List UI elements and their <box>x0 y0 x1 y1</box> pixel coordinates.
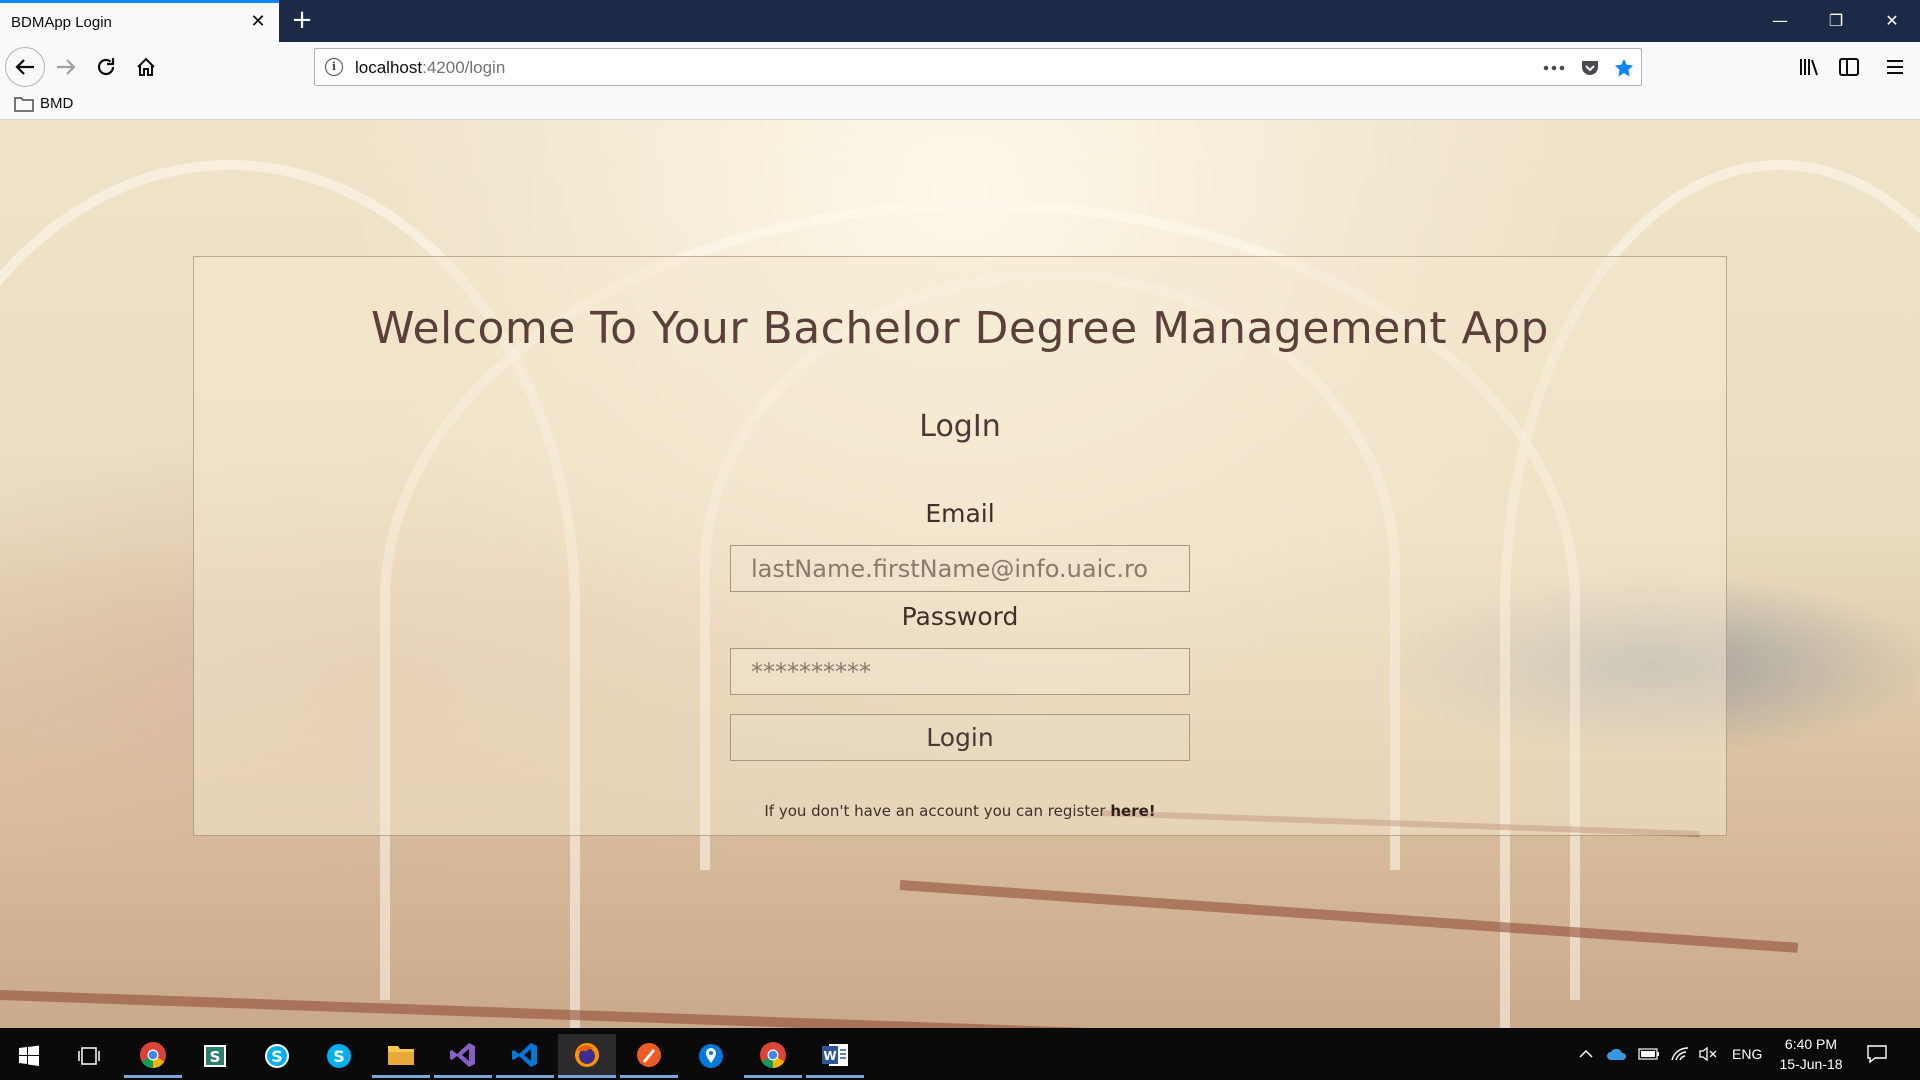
forward-button[interactable] <box>49 50 83 84</box>
forward-arrow-icon <box>57 59 76 75</box>
back-button[interactable] <box>5 47 45 87</box>
url-text[interactable]: localhost:4200/login <box>355 58 505 78</box>
battery-icon[interactable] <box>1638 1028 1660 1080</box>
svg-text:S: S <box>333 1047 345 1066</box>
bookmark-star-icon[interactable] <box>1611 56 1637 80</box>
password-field[interactable] <box>730 648 1190 695</box>
postman-icon[interactable] <box>620 1034 678 1078</box>
volume-muted-icon[interactable] <box>1698 1028 1718 1080</box>
home-icon <box>137 57 155 76</box>
page-actions-icon[interactable] <box>1541 56 1567 80</box>
home-button[interactable] <box>129 50 163 84</box>
menu-hamburger-icon[interactable] <box>1878 50 1912 84</box>
firefox-icon[interactable] <box>558 1034 616 1078</box>
tab-title: BDMApp Login <box>11 14 112 31</box>
chrome-icon[interactable] <box>124 1034 182 1078</box>
vscode-icon[interactable] <box>496 1034 554 1078</box>
language-indicator[interactable]: ENG <box>1732 1028 1762 1080</box>
email-label: Email <box>925 499 995 528</box>
login-heading: LogIn <box>919 409 1001 444</box>
tab-bar: BDMApp Login ✕ + — ❐ ✕ <box>0 0 1920 42</box>
action-center-icon[interactable] <box>1866 1028 1888 1080</box>
show-hidden-icons[interactable] <box>1578 1028 1594 1080</box>
sidebar-toggle-icon[interactable] <box>1832 50 1866 84</box>
maps-icon[interactable] <box>682 1034 740 1078</box>
register-link[interactable]: here! <box>1110 802 1155 820</box>
site-info-icon[interactable]: i <box>325 58 343 76</box>
clock-date: 15-Jun-18 <box>1779 1056 1843 1072</box>
sway-icon[interactable]: S <box>186 1034 244 1078</box>
minimize-icon[interactable]: — <box>1752 0 1808 42</box>
taskbar: S S S W ENG 6:40 PM 15-Jun-18 <box>0 1028 1920 1080</box>
svg-text:W: W <box>823 1049 836 1063</box>
tab-bdmapp-login[interactable]: BDMApp Login ✕ <box>0 0 279 42</box>
login-button[interactable]: Login <box>730 714 1190 761</box>
svg-text:S: S <box>210 1048 221 1066</box>
new-tab-plus-icon[interactable]: + <box>288 6 316 34</box>
address-bar[interactable]: i localhost:4200/login <box>314 48 1642 86</box>
password-label: Password <box>901 602 1019 631</box>
clock-time: 6:40 PM <box>1784 1036 1838 1052</box>
svg-text:S: S <box>271 1047 283 1066</box>
clock[interactable]: 6:40 PM 15-Jun-18 <box>1766 1034 1856 1074</box>
chrome-icon[interactable] <box>744 1034 802 1078</box>
wifi-icon[interactable] <box>1670 1028 1690 1080</box>
folder-icon <box>14 96 34 112</box>
windows-start-icon[interactable] <box>0 1034 58 1078</box>
page-background: Welcome To Your Bachelor Degree Manageme… <box>0 120 1920 1028</box>
task-view-icon[interactable] <box>60 1034 118 1078</box>
file-explorer-icon[interactable] <box>372 1034 430 1078</box>
visual-studio-icon[interactable] <box>434 1034 492 1078</box>
nav-toolbar: i localhost:4200/login <box>0 42 1920 92</box>
skype-icon[interactable]: S <box>248 1034 306 1078</box>
register-text: If you don't have an account you can reg… <box>764 802 1111 820</box>
pocket-icon[interactable] <box>1577 56 1603 80</box>
close-window-icon[interactable]: ✕ <box>1864 0 1920 42</box>
library-icon[interactable] <box>1792 50 1826 84</box>
reload-button[interactable] <box>89 50 123 84</box>
word-icon[interactable]: W <box>806 1034 864 1078</box>
welcome-title: Welcome To Your Bachelor Degree Manageme… <box>371 303 1549 354</box>
email-field[interactable] <box>730 545 1190 592</box>
onedrive-icon[interactable] <box>1606 1028 1628 1080</box>
bookmark-label: BMD <box>40 95 74 112</box>
login-panel: Welcome To Your Bachelor Degree Manageme… <box>193 256 1727 836</box>
restore-icon[interactable]: ❐ <box>1808 0 1864 42</box>
reload-icon <box>97 58 115 76</box>
skype-blue-icon[interactable]: S <box>310 1034 368 1078</box>
bookmarks-toolbar: BMD <box>0 92 1920 120</box>
register-prompt: If you don't have an account you can reg… <box>194 802 1726 820</box>
close-tab-icon[interactable]: ✕ <box>249 13 267 31</box>
bookmark-folder-bmd[interactable]: BMD <box>14 95 73 112</box>
back-arrow-icon <box>15 59 34 75</box>
